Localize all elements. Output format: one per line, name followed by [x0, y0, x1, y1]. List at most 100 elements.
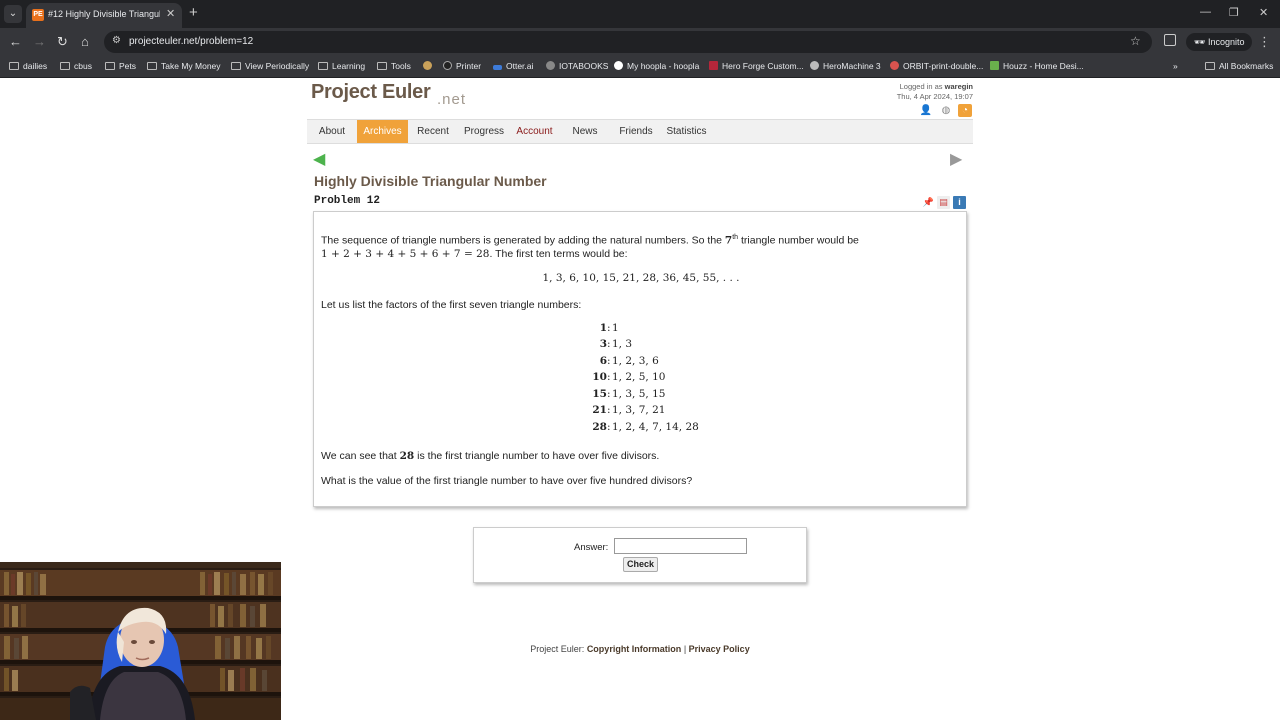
login-prefix: Logged in as [899, 82, 943, 91]
site-icon [443, 61, 452, 70]
pdf-icon[interactable]: ▤ [937, 196, 950, 209]
intro-text: triangle number would be [738, 234, 859, 247]
info-icon[interactable]: i [953, 196, 966, 209]
minimize-icon[interactable]: — [1200, 6, 1211, 18]
bookmark-item[interactable]: cbus [60, 60, 92, 73]
factor-values: 1, 3, 5, 15 [612, 388, 666, 400]
factor-values: 1 [612, 322, 619, 334]
bookmark-star-icon[interactable]: ☆ [1130, 34, 1141, 48]
webcam-overlay [0, 562, 281, 720]
new-tab-icon[interactable]: + [189, 5, 198, 21]
factor-row: 10:1, 2, 5, 10 [592, 371, 666, 383]
rss-icon[interactable]: ◔ [958, 104, 972, 117]
bookmark-item[interactable]: Houzz - Home Desi... [990, 60, 1084, 73]
answer-input[interactable] [614, 538, 747, 554]
nav-statistics[interactable]: Statistics [664, 120, 709, 143]
triangle-number: 21 [592, 404, 607, 416]
bookmark-label: View Periodically [245, 61, 310, 71]
forward-icon[interactable]: → [33, 34, 46, 50]
project-euler-favicon-icon: PE [32, 9, 44, 21]
observation-text: is the first triangle number to have ove… [414, 450, 660, 462]
bookmark-item[interactable]: dailies [9, 60, 47, 73]
close-tab-icon[interactable]: ✕ [166, 7, 175, 20]
nav-friends[interactable]: Friends [616, 120, 656, 143]
browser-tab-strip: ⌄ PE #12 Highly Divisible Triangular ✕ +… [0, 0, 1280, 28]
active-tab[interactable]: PE #12 Highly Divisible Triangular ✕ [26, 3, 182, 28]
bookmarks-overflow-icon[interactable]: » [1173, 60, 1178, 73]
nav-news[interactable]: News [566, 120, 604, 143]
pin-icon[interactable]: 📌 [922, 196, 935, 209]
sequence-terms: 1, 3, 6, 10, 15, 21, 28, 36, 45, 55, . .… [542, 272, 740, 284]
add-friend-icon[interactable]: 👤 [919, 104, 933, 117]
address-bar[interactable]: ⚙ projecteuler.net/problem=12 ☆ [104, 31, 1152, 53]
bookmark-item[interactable]: Printer [443, 60, 481, 73]
nav-about[interactable]: About [311, 120, 353, 143]
url-text: projecteuler.net/problem=12 [129, 36, 254, 47]
home-icon[interactable]: ⌂ [81, 34, 89, 50]
site-logo-suffix: .net [437, 91, 467, 108]
bookmarks-bar: dailies cbus Pets Take My Money View Per… [0, 56, 1280, 78]
intro-line-2: 1 + 2 + 3 + 4 + 5 + 6 + 7 = 28. The firs… [321, 248, 628, 260]
sum-expression: 1 + 2 + 3 + 4 + 5 + 6 + 7 = 28 [321, 248, 490, 260]
window-close-icon[interactable]: ✕ [1259, 6, 1268, 19]
copyright-link[interactable]: Copyright Information [587, 644, 682, 654]
bookmark-label: Pets [119, 61, 137, 71]
bookmark-label: IOTABOOKS [559, 61, 609, 71]
next-problem-arrow-icon[interactable]: ▶ [950, 149, 962, 169]
side-panel-icon[interactable] [1164, 34, 1176, 46]
site-info-icon[interactable]: ⚙ [112, 35, 121, 46]
nav-archives[interactable]: Archives [357, 120, 408, 143]
all-bookmarks[interactable]: All Bookmarks [1205, 60, 1273, 73]
check-button[interactable]: Check [623, 557, 658, 572]
bookmark-item[interactable]: Learning [318, 60, 365, 73]
privacy-policy-link[interactable]: Privacy Policy [689, 644, 750, 654]
bookmark-label: Take My Money [161, 61, 221, 71]
site-navbar: About Archives Recent Progress Account N… [307, 119, 973, 144]
bookmark-item[interactable]: ORBIT-print-double... [890, 60, 983, 73]
site-icon [614, 61, 623, 70]
folder-icon [1205, 62, 1215, 70]
intro-line-1: The sequence of triangle numbers is gene… [321, 234, 859, 247]
bookmark-label: My hoopla - hoopla [627, 61, 700, 71]
incognito-badge[interactable]: 🕶 Incognito [1186, 33, 1253, 51]
bookmark-item[interactable]: My hoopla - hoopla [614, 60, 699, 73]
bookmark-item[interactable]: Take My Money [147, 60, 221, 73]
nav-progress[interactable]: Progress [458, 120, 510, 143]
login-datetime: Thu, 4 Apr 2024, 19:07 [896, 92, 973, 101]
site-icon [546, 61, 555, 70]
username[interactable]: waregin [945, 82, 973, 91]
folder-icon [318, 62, 328, 70]
triangle-number: 15 [592, 388, 607, 400]
bookmark-item[interactable]: Otter.ai [493, 60, 533, 73]
bookmark-label: cbus [74, 61, 92, 71]
bookmark-item[interactable]: View Periodically [231, 60, 309, 73]
bookmark-item[interactable]: Tools [377, 60, 411, 73]
folder-icon [60, 62, 70, 70]
factor-values: 1, 2, 3, 6 [612, 355, 659, 367]
nav-recent[interactable]: Recent [412, 120, 454, 143]
bookmark-label: ORBIT-print-double... [903, 61, 984, 71]
previous-problem-arrow-icon[interactable]: ◀ [313, 149, 325, 169]
footer-separator: | [681, 644, 689, 654]
tab-search-icon[interactable]: ⌄ [4, 5, 22, 23]
factor-values: 1, 3, 7, 21 [612, 404, 666, 416]
bookmark-item[interactable]: IOTABOOKS [546, 60, 608, 73]
browser-menu-icon[interactable]: ⋮ [1258, 34, 1271, 50]
footer-prefix: Project Euler: [530, 644, 587, 654]
site-logo[interactable]: Project Euler [311, 81, 431, 104]
back-icon[interactable]: ← [9, 34, 22, 50]
problem-content: The sequence of triangle numbers is gene… [313, 211, 967, 507]
bookmark-label: Learning [332, 61, 366, 71]
bookmark-label: dailies [23, 61, 48, 71]
bookmark-item[interactable]: HeroMachine 3 [810, 60, 881, 73]
triangle-number: 6 [599, 355, 607, 367]
bookmark-item[interactable]: Hero Forge Custom... [709, 60, 804, 73]
intro-text: . The first ten terms would be: [489, 248, 628, 260]
globe-icon[interactable]: ◍ [939, 104, 953, 117]
restore-icon[interactable]: ❐ [1229, 6, 1239, 19]
reload-icon[interactable]: ↻ [57, 34, 68, 50]
bookmark-item[interactable] [423, 60, 436, 73]
nav-account[interactable]: Account [512, 120, 557, 143]
tab-title: #12 Highly Divisible Triangular [48, 9, 160, 19]
bookmark-item[interactable]: Pets [105, 60, 136, 73]
